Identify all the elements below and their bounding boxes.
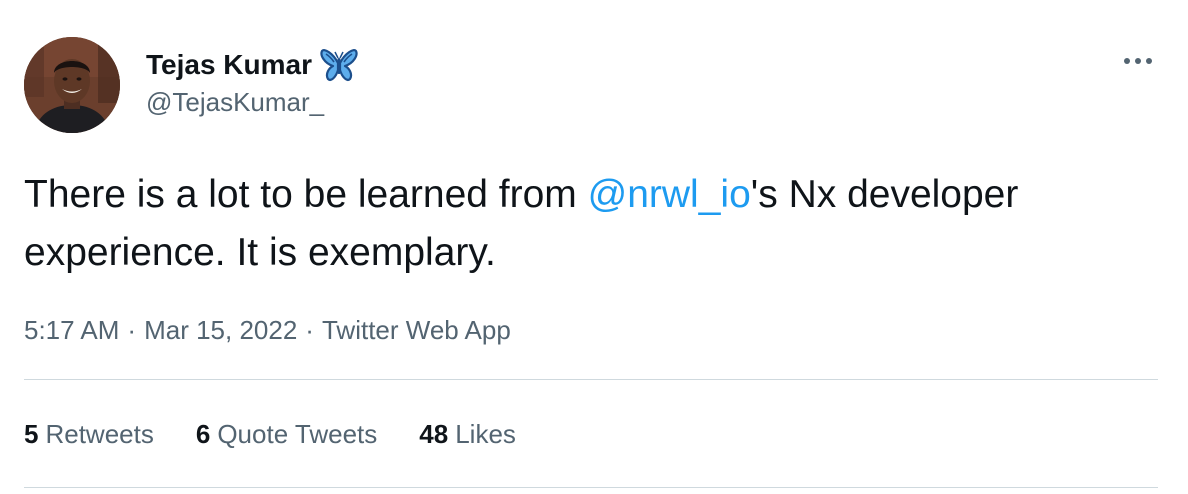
- quote-tweets-stat[interactable]: 6 Quote Tweets: [196, 414, 377, 454]
- ellipsis-icon: [1124, 58, 1152, 64]
- retweets-stat[interactable]: 5 Retweets: [24, 414, 154, 454]
- tweet-text-before: There is a lot to be learned from: [24, 173, 588, 216]
- butterfly-icon: [320, 47, 358, 83]
- tweet-card: Tejas Kumar @TejasKumar_ There is a lot …: [0, 0, 1188, 494]
- avatar[interactable]: [24, 37, 120, 133]
- engagement-stats: 5 Retweets 6 Quote Tweets 48 Likes: [24, 414, 558, 454]
- quote-tweets-label: Quote Tweets: [217, 419, 378, 449]
- author-name-row: Tejas Kumar: [146, 45, 358, 85]
- source-link[interactable]: Twitter Web App: [322, 310, 511, 350]
- meta-separator: ·: [305, 315, 314, 345]
- tweet-time: 5:17 AM: [24, 315, 120, 345]
- quote-tweets-count: 6: [195, 419, 211, 449]
- retweets-label: Retweets: [45, 419, 154, 449]
- tweet-metadata: 5:17 AM · Mar 15, 2022 · Twitter Web App: [24, 310, 511, 350]
- meta-separator: ·: [127, 315, 137, 345]
- tweet-text: There is a lot to be learned from @nrwl_…: [24, 166, 1124, 282]
- tweet-date: Mar 15, 2022: [144, 315, 298, 345]
- divider: [24, 487, 1158, 488]
- author-handle[interactable]: @TejasKumar_: [146, 84, 324, 120]
- likes-label: Likes: [455, 419, 516, 449]
- likes-stat[interactable]: 48 Likes: [419, 414, 516, 454]
- timestamp-link[interactable]: 5:17 AM · Mar 15, 2022: [24, 310, 297, 350]
- likes-count: 48: [419, 419, 449, 449]
- avatar-photo: [24, 37, 120, 133]
- mention-link[interactable]: @nrwl_io: [588, 173, 751, 216]
- divider: [24, 379, 1158, 380]
- more-options-button[interactable]: [1116, 46, 1160, 76]
- retweets-count: 5: [24, 419, 39, 449]
- author-display-name[interactable]: Tejas Kumar: [146, 45, 312, 85]
